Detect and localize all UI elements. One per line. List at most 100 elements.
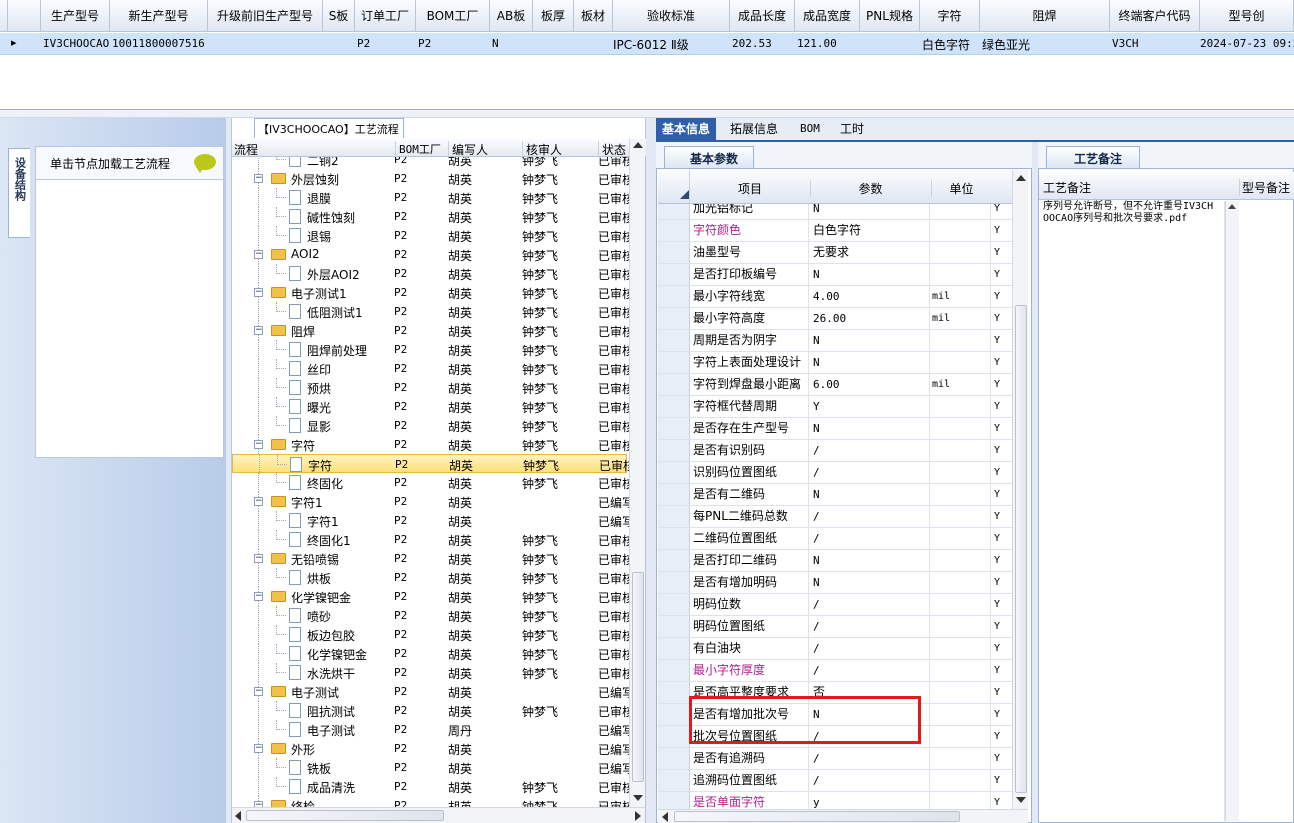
param-row-header[interactable] <box>658 374 690 395</box>
param-value[interactable]: Y <box>810 396 930 417</box>
vertical-tab-equipment[interactable]: 设备结构 <box>8 148 30 238</box>
param-row[interactable]: 最小字符厚度 / Y <box>658 660 1012 682</box>
tab-extended-info[interactable]: 拓展信息 <box>724 118 784 140</box>
collapse-toggle-icon[interactable]: − <box>254 440 263 449</box>
param-row-header[interactable] <box>658 506 690 527</box>
param-row[interactable]: 油墨型号 无要求 Y <box>658 242 1012 264</box>
param-value[interactable]: / <box>810 616 930 637</box>
collapse-toggle-icon[interactable]: − <box>254 326 263 335</box>
top-grid-header[interactable]: 阻焊 <box>980 0 1110 32</box>
top-grid-cell[interactable]: P2 <box>357 37 416 50</box>
collapse-toggle-icon[interactable]: − <box>254 288 263 297</box>
top-grid-header[interactable]: 成品长度 <box>730 0 795 32</box>
scroll-left-icon[interactable] <box>235 811 241 821</box>
top-grid-header[interactable]: 验收标准 <box>613 0 730 32</box>
top-grid-cell[interactable]: 10011800007516 <box>112 37 208 50</box>
param-row-header[interactable] <box>658 528 690 549</box>
param-row[interactable]: 加光铝标记 N Y <box>658 204 1012 220</box>
tab-process-notes[interactable]: 工艺备注 <box>1046 146 1140 168</box>
param-value[interactable]: N <box>810 484 930 505</box>
param-row[interactable]: 是否有增加明码 N Y <box>658 572 1012 594</box>
param-row-header[interactable] <box>658 748 690 769</box>
tree-step-row[interactable]: 字符1 P2 胡英 已编写 <box>232 511 629 530</box>
param-row-header[interactable] <box>658 704 690 725</box>
param-value[interactable]: N <box>810 418 930 439</box>
param-row[interactable]: 追溯码位置图纸 / Y <box>658 770 1012 792</box>
hint-box[interactable]: 单击节点加载工艺流程 <box>35 146 224 180</box>
tree-step-row[interactable]: 预烘 P2 胡英 钟梦飞 已审核 <box>232 378 629 397</box>
scroll-left-icon[interactable] <box>662 812 668 822</box>
tree-folder-row[interactable]: − 字符 P2 胡英 钟梦飞 已审核 <box>232 435 629 454</box>
top-grid-header[interactable]: 生产型号 <box>41 0 110 32</box>
top-grid-header[interactable]: PNL规格 <box>860 0 920 32</box>
params-header-unit[interactable]: 单位 <box>931 180 991 197</box>
scroll-down-icon[interactable] <box>1016 797 1026 803</box>
top-grid-header[interactable]: AB板 <box>490 0 533 32</box>
param-row[interactable]: 是否打印板编号 N Y <box>658 264 1012 286</box>
top-grid-header[interactable]: BOM工厂 <box>416 0 490 32</box>
param-value[interactable]: N <box>810 550 930 571</box>
tab-basic-info[interactable]: 基本信息 <box>656 118 717 140</box>
top-grid-cell[interactable]: 121.00 <box>797 37 860 50</box>
tree-step-row[interactable]: 阻焊前处理 P2 胡英 钟梦飞 已审核 <box>232 340 629 359</box>
tree-header-0[interactable]: 流程 <box>234 141 394 158</box>
param-row[interactable]: 字符上表面处理设计 N Y <box>658 352 1012 374</box>
param-row-header[interactable] <box>658 726 690 747</box>
tab-work-hours[interactable]: 工时 <box>834 118 870 140</box>
tree-folder-row[interactable]: − 电子测试1 P2 胡英 钟梦飞 已审核 <box>232 283 629 302</box>
param-row[interactable]: 是否有二维码 N Y <box>658 484 1012 506</box>
collapse-toggle-icon[interactable]: − <box>254 687 263 696</box>
tree-step-row[interactable]: 终固化 P2 胡英 钟梦飞 已审核 <box>232 473 629 492</box>
param-value[interactable]: N <box>810 352 930 373</box>
param-value[interactable]: 白色字符 <box>810 220 930 241</box>
param-row-header[interactable] <box>658 330 690 351</box>
param-row[interactable]: 有白油块 / Y <box>658 638 1012 660</box>
tree-step-row[interactable]: 水洗烘干 P2 胡英 钟梦飞 已审核 <box>232 663 629 682</box>
top-grid-cell[interactable]: 2024-07-23 09:23 <box>1200 37 1294 50</box>
tree-step-row[interactable]: 终固化1 P2 胡英 钟梦飞 已审核 <box>232 530 629 549</box>
tree-hscrollbar[interactable] <box>232 807 645 823</box>
param-value[interactable]: / <box>810 528 930 549</box>
param-row[interactable]: 识别码位置图纸 / Y <box>658 462 1012 484</box>
param-row-header[interactable] <box>658 286 690 307</box>
notes-vscrollbar[interactable] <box>1225 201 1239 821</box>
param-value[interactable]: / <box>810 770 930 791</box>
param-row[interactable]: 最小字符高度 26.00 mil Y <box>658 308 1012 330</box>
tree-header-2[interactable]: 编写人 <box>448 141 521 158</box>
param-row-header[interactable] <box>658 418 690 439</box>
param-value[interactable]: / <box>810 660 930 681</box>
param-value[interactable]: N <box>810 330 930 351</box>
param-row[interactable]: 周期是否为阴字 N Y <box>658 330 1012 352</box>
tree-scroll-thumb[interactable] <box>632 572 644 782</box>
param-row[interactable]: 字符框代替周期 Y Y <box>658 396 1012 418</box>
top-grid-cell[interactable]: P2 <box>418 37 490 50</box>
param-value[interactable]: / <box>810 638 930 659</box>
top-grid-header[interactable]: 型号创 <box>1200 0 1294 32</box>
tab-bom[interactable]: BOM <box>794 118 826 140</box>
param-value[interactable]: N <box>810 204 930 219</box>
scroll-up-icon[interactable] <box>1016 175 1026 181</box>
param-row[interactable]: 是否单面字符 y Y <box>658 792 1012 809</box>
param-row[interactable]: 明码位置图纸 / Y <box>658 616 1012 638</box>
param-row[interactable]: 是否打印二维码 N Y <box>658 550 1012 572</box>
param-row-header[interactable] <box>658 440 690 461</box>
collapse-toggle-icon[interactable]: − <box>254 744 263 753</box>
param-row-header[interactable] <box>658 792 690 809</box>
collapse-toggle-icon[interactable]: − <box>254 497 263 506</box>
params-header-item[interactable]: 项目 <box>691 180 809 197</box>
param-row-header[interactable] <box>658 352 690 373</box>
param-value[interactable]: y <box>810 792 930 809</box>
param-row[interactable]: 字符到焊盘最小距离 6.00 mil Y <box>658 374 1012 396</box>
tree-step-row[interactable]: 丝印 P2 胡英 钟梦飞 已审核 <box>232 359 629 378</box>
tree-title-tab[interactable]: 【IV3CHOOCAO】工艺流程 <box>254 118 404 138</box>
params-hscrollbar[interactable] <box>658 809 1028 823</box>
collapse-toggle-icon[interactable]: − <box>254 250 263 259</box>
param-row[interactable]: 是否有追溯码 / Y <box>658 748 1012 770</box>
top-grid-header[interactable]: 新生产型号 <box>110 0 208 32</box>
param-row-header[interactable] <box>658 594 690 615</box>
scroll-down-icon[interactable] <box>633 795 643 801</box>
top-grid-cell[interactable]: IV3CHOOCAO <box>43 37 110 50</box>
tree-folder-row[interactable]: − 外形 P2 胡英 已编写 <box>232 739 629 758</box>
top-grid-header[interactable]: 板材 <box>574 0 613 32</box>
param-value[interactable]: 4.00 <box>810 286 930 307</box>
